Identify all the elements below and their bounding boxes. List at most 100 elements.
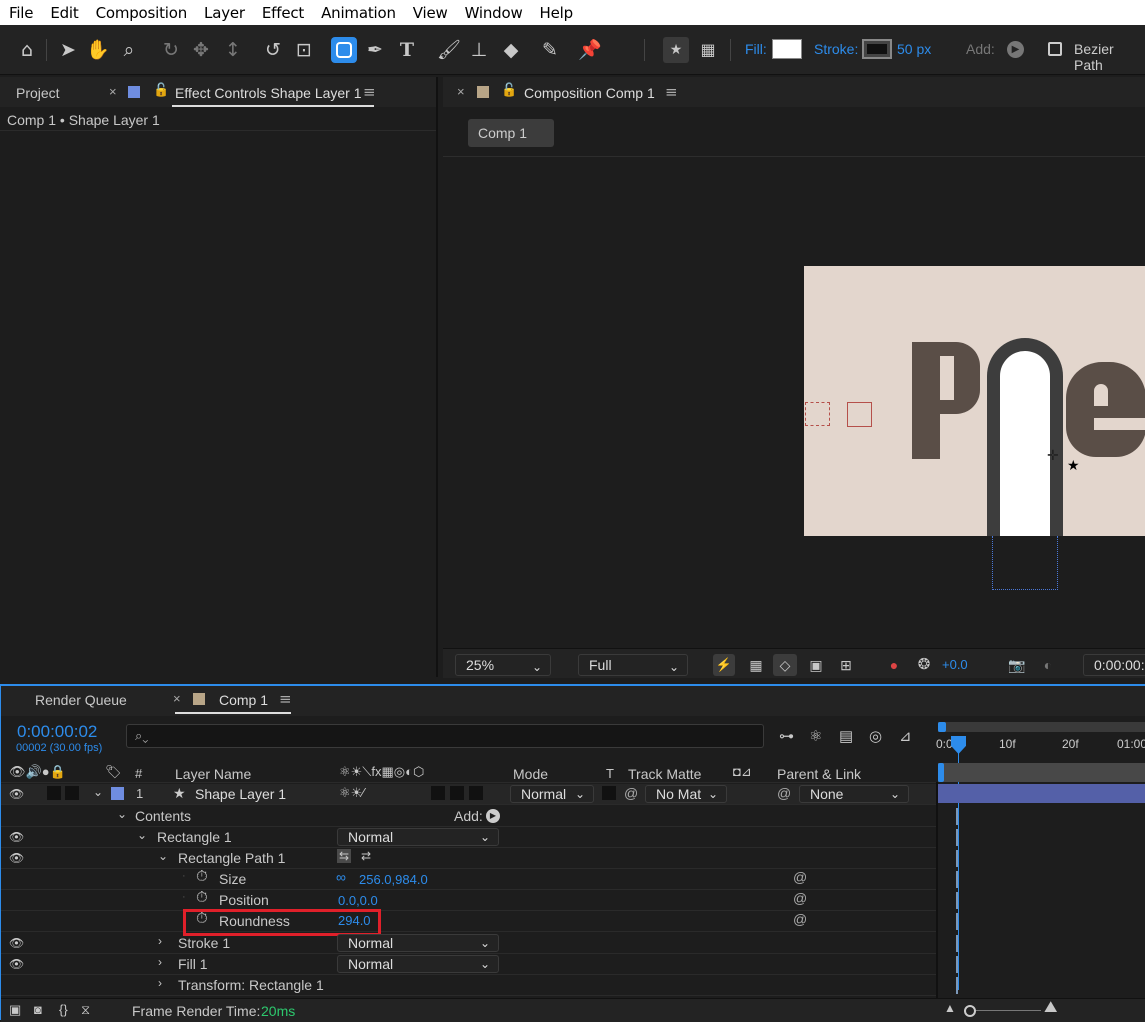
layer-switches-toggle-icon[interactable]: ▣ bbox=[9, 1002, 21, 1018]
track-matte-dropdown[interactable]: No Mat ⌄ bbox=[645, 785, 727, 803]
transfer-controls-toggle-icon[interactable]: ◙ bbox=[34, 1002, 42, 1017]
rectangle-tool-icon[interactable] bbox=[331, 37, 357, 63]
menu-animation[interactable]: Animation bbox=[312, 4, 404, 22]
stopwatch-icon[interactable]: ⏱ bbox=[196, 889, 208, 906]
size-value[interactable]: 256.0,984.0 bbox=[359, 872, 428, 887]
layer-name[interactable]: Shape Layer 1 bbox=[195, 786, 286, 802]
chevron-down-icon[interactable]: ⌄ bbox=[158, 849, 168, 863]
pen-tool-icon[interactable]: ✒ bbox=[362, 37, 388, 63]
home-icon[interactable]: ⌂ bbox=[14, 37, 40, 63]
resolution-dropdown[interactable]: Full ⌄ bbox=[578, 654, 688, 676]
menu-composition[interactable]: Composition bbox=[87, 4, 195, 22]
chevron-right-icon[interactable]: › bbox=[158, 976, 162, 990]
keyframe-marker[interactable] bbox=[956, 850, 962, 867]
draft-3d-icon[interactable]: ⚛ bbox=[809, 727, 822, 745]
add-play-icon[interactable]: ▶ bbox=[1007, 41, 1024, 58]
chevron-down-icon[interactable]: ⌄ bbox=[93, 785, 103, 799]
constrain-link-icon[interactable]: ∞ bbox=[336, 869, 346, 885]
stroke-color-swatch[interactable] bbox=[862, 39, 892, 59]
keyframe-marker[interactable] bbox=[956, 892, 962, 909]
panel-menu-icon[interactable]: ≡ bbox=[665, 83, 678, 101]
work-area-bar[interactable] bbox=[938, 722, 1145, 732]
mask-visibility-icon[interactable]: ◇ bbox=[773, 654, 797, 676]
keyframe-marker[interactable] bbox=[956, 977, 962, 994]
menu-edit[interactable]: Edit bbox=[41, 4, 86, 22]
col-layer-name[interactable]: Layer Name bbox=[175, 766, 251, 782]
zoom-dropdown[interactable]: 25% ⌄ bbox=[455, 654, 551, 676]
position-value[interactable]: 0.0,0.0 bbox=[338, 893, 378, 908]
zoom-tool-icon[interactable]: ⌕ bbox=[116, 37, 142, 63]
region-of-interest-icon[interactable]: ▣ bbox=[805, 654, 827, 676]
selection-tool-icon[interactable]: ➤ bbox=[55, 37, 81, 63]
stroke-blend-dropdown[interactable]: Normal ⌄ bbox=[337, 934, 499, 952]
roto-brush-icon[interactable]: ✎ bbox=[537, 37, 563, 63]
brush-tool-icon[interactable]: 🖌 bbox=[436, 37, 462, 63]
frame-blending-icon[interactable]: ▤ bbox=[839, 727, 853, 745]
comp-mini-flowchart-icon[interactable]: ⊶ bbox=[779, 727, 794, 745]
stroke-width-value[interactable]: 50 px bbox=[897, 41, 931, 57]
layer-switches-icons[interactable]: ⚛☀⁄ bbox=[339, 785, 364, 801]
snapshot-camera-icon[interactable]: 📷 bbox=[1006, 654, 1028, 676]
mask-grid-icon[interactable]: ▦ bbox=[695, 37, 721, 63]
close-icon[interactable]: × bbox=[173, 691, 181, 706]
tab-effect-controls[interactable]: Effect Controls Shape Layer 1 bbox=[175, 85, 362, 101]
keyframe-marker[interactable] bbox=[956, 935, 962, 952]
orbit-camera-icon[interactable]: ↻ bbox=[158, 37, 184, 63]
comp-subtab[interactable]: Comp 1 bbox=[468, 119, 554, 147]
exposure-value[interactable]: +0.0 bbox=[942, 657, 968, 672]
eye-icon[interactable]: 👁 bbox=[9, 851, 24, 865]
lock-icon[interactable]: 🔓 bbox=[501, 82, 517, 98]
chevron-down-icon[interactable]: ⌄ bbox=[117, 807, 127, 821]
zoom-slider-track[interactable] bbox=[976, 1010, 1041, 1011]
keyframe-marker[interactable] bbox=[956, 871, 962, 888]
chevron-right-icon[interactable]: › bbox=[158, 934, 162, 948]
tab-comp[interactable]: Comp 1 bbox=[219, 692, 268, 708]
preserve-transparency-checkbox[interactable] bbox=[602, 786, 616, 800]
tab-project[interactable]: Project bbox=[16, 85, 60, 101]
stroke-group-row[interactable]: 👁 › Stroke 1 Normal ⌄ bbox=[1, 933, 936, 954]
graph-editor-icon[interactable]: ⊿ bbox=[899, 727, 912, 745]
expression-pickwhip-icon[interactable]: @ bbox=[793, 869, 807, 885]
current-time[interactable]: 0:00:00:02 bbox=[17, 722, 97, 742]
in-out-toggle-icon[interactable]: {} bbox=[59, 1002, 68, 1017]
zoom-slider-handle[interactable] bbox=[964, 1005, 976, 1017]
transform-group-row[interactable]: › Transform: Rectangle 1 bbox=[1, 975, 936, 996]
keyframe-marker[interactable] bbox=[956, 956, 962, 973]
add-play-icon[interactable]: ▶ bbox=[486, 809, 500, 823]
roundness-property-row[interactable]: ⏱ Roundness 294.0 @ bbox=[1, 910, 936, 932]
label-color-swatch[interactable] bbox=[111, 787, 124, 800]
panel-menu-icon[interactable]: ≡ bbox=[363, 83, 376, 101]
fill-label[interactable]: Fill: bbox=[745, 41, 767, 57]
solo-switch[interactable] bbox=[47, 786, 61, 800]
matte-pickwhip-icon[interactable]: @ bbox=[624, 785, 638, 801]
path-direction-reverse-icon[interactable]: ⇄ bbox=[361, 849, 371, 863]
rectangle-group-row[interactable]: 👁 ⌄ Rectangle 1 Normal ⌄ bbox=[1, 827, 936, 848]
expression-pickwhip-icon[interactable]: @ bbox=[793, 911, 807, 927]
tab-composition[interactable]: Composition Comp 1 bbox=[524, 85, 655, 101]
layer-duration-bar[interactable] bbox=[938, 784, 1145, 803]
menu-layer[interactable]: Layer bbox=[195, 4, 253, 22]
motion-blur-icon[interactable]: ◎ bbox=[869, 727, 882, 745]
zoom-out-icon[interactable]: ▲ bbox=[944, 1001, 956, 1015]
panel-menu-icon[interactable]: ≡ bbox=[279, 690, 292, 708]
zoom-in-icon[interactable]: ⛰ bbox=[1044, 999, 1057, 1017]
transparency-grid-icon[interactable]: ▦ bbox=[745, 654, 767, 676]
menu-window[interactable]: Window bbox=[456, 4, 531, 22]
stroke-label[interactable]: Stroke: bbox=[814, 41, 858, 57]
pan-behind-tool-icon[interactable]: ⊡ bbox=[291, 37, 317, 63]
close-icon[interactable]: × bbox=[457, 84, 465, 99]
lock-switch[interactable] bbox=[65, 786, 79, 800]
eye-icon[interactable]: 👁 bbox=[9, 830, 24, 844]
keyframe-marker[interactable] bbox=[956, 829, 962, 846]
eye-icon[interactable]: 👁 bbox=[9, 936, 24, 950]
tab-render-queue[interactable]: Render Queue bbox=[35, 692, 127, 708]
search-input[interactable]: ⌕⌄ bbox=[126, 724, 764, 748]
bezier-checkbox[interactable] bbox=[1048, 42, 1062, 56]
eye-icon[interactable]: 👁 bbox=[9, 787, 24, 801]
puppet-pin-icon[interactable]: 📌 bbox=[577, 37, 603, 63]
fill-blend-dropdown[interactable]: Normal ⌄ bbox=[337, 955, 499, 973]
type-tool-icon[interactable]: T bbox=[394, 37, 420, 63]
fill-color-swatch[interactable] bbox=[772, 39, 802, 59]
fast-preview-icon[interactable]: ⚡ bbox=[713, 654, 735, 676]
keyframe-marker[interactable] bbox=[956, 808, 962, 825]
